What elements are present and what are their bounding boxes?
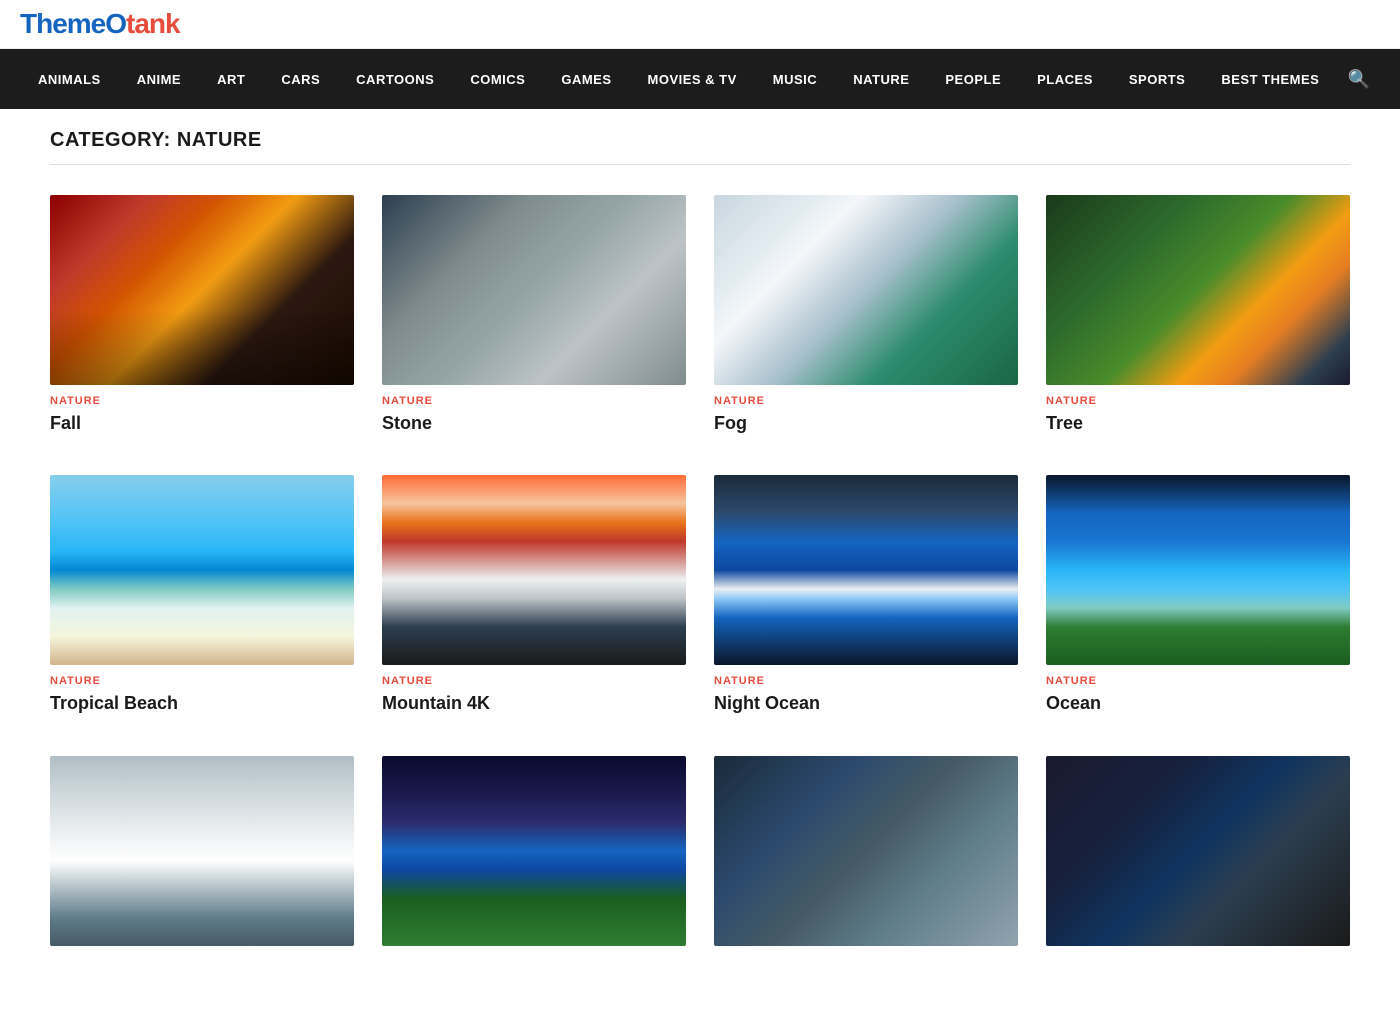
card-image-stone — [382, 195, 686, 385]
card-tag-ocean: NATURE — [1046, 675, 1350, 687]
card-image-beach — [50, 475, 354, 665]
card-title-night-ocean: Night Ocean — [714, 692, 1018, 715]
card-ocean[interactable]: NATURE Ocean — [1046, 475, 1350, 715]
nav-item-art[interactable]: ART — [199, 49, 263, 109]
card-image-ocean — [1046, 475, 1350, 665]
site-logo[interactable]: ThemeOtank — [20, 8, 1380, 40]
card-title-fall: Fall — [50, 412, 354, 435]
nav-item-places[interactable]: PLACES — [1019, 49, 1111, 109]
card-earth[interactable] — [1046, 756, 1350, 956]
card-image-earth — [1046, 756, 1350, 946]
nav-item-nature[interactable]: NATURE — [835, 49, 927, 109]
card-tag-tree: NATURE — [1046, 395, 1350, 407]
card-title-mountain: Mountain 4K — [382, 692, 686, 715]
nav-item-best-themes[interactable]: BEST THEMES — [1203, 49, 1337, 109]
card-water-drops[interactable] — [714, 756, 1018, 956]
card-image-moon-mountain — [382, 756, 686, 946]
page-content: CATEGORY: NATURE NATURE Fall NATURE Ston… — [20, 109, 1380, 1016]
card-image-water-drops — [714, 756, 1018, 946]
card-fall[interactable]: NATURE Fall — [50, 195, 354, 435]
nav-bar: ANIMALS ANIME ART CARS CARTOONS COMICS G… — [0, 49, 1400, 109]
nav-item-movies-tv[interactable]: MOVIES & TV — [630, 49, 755, 109]
card-image-night-ocean — [714, 475, 1018, 665]
card-tag-night-ocean: NATURE — [714, 675, 1018, 687]
card-title-ocean: Ocean — [1046, 692, 1350, 715]
card-grid-row3 — [50, 756, 1350, 956]
card-fog[interactable]: NATURE Fog — [714, 195, 1018, 435]
card-night-ocean[interactable]: NATURE Night Ocean — [714, 475, 1018, 715]
nav-item-people[interactable]: PEOPLE — [927, 49, 1019, 109]
category-title: CATEGORY: NATURE — [50, 129, 1350, 165]
nav-item-cars[interactable]: CARS — [263, 49, 338, 109]
card-image-fog — [714, 195, 1018, 385]
card-tag-stone: NATURE — [382, 395, 686, 407]
main-nav: ANIMALS ANIME ART CARS CARTOONS COMICS G… — [20, 49, 1338, 109]
nav-item-comics[interactable]: COMICS — [452, 49, 543, 109]
card-image-mountain — [382, 475, 686, 665]
card-stone[interactable]: NATURE Stone — [382, 195, 686, 435]
card-title-beach: Tropical Beach — [50, 692, 354, 715]
logo-bar: ThemeOtank — [0, 0, 1400, 49]
nav-item-games[interactable]: GAMES — [543, 49, 629, 109]
card-tag-mountain: NATURE — [382, 675, 686, 687]
card-tree[interactable]: NATURE Tree — [1046, 195, 1350, 435]
card-title-stone: Stone — [382, 412, 686, 435]
search-icon[interactable]: 🔍 — [1338, 69, 1380, 90]
card-title-fog: Fog — [714, 412, 1018, 435]
card-moon-mountain[interactable] — [382, 756, 686, 956]
card-image-fall — [50, 195, 354, 385]
card-title-tree: Tree — [1046, 412, 1350, 435]
card-grid-row2: NATURE Tropical Beach NATURE Mountain 4K… — [50, 475, 1350, 715]
card-snow-trees[interactable] — [50, 756, 354, 956]
nav-item-anime[interactable]: ANIME — [119, 49, 199, 109]
card-mountain[interactable]: NATURE Mountain 4K — [382, 475, 686, 715]
card-tag-fall: NATURE — [50, 395, 354, 407]
card-tag-beach: NATURE — [50, 675, 354, 687]
nav-item-animals[interactable]: ANIMALS — [20, 49, 119, 109]
nav-item-music[interactable]: MUSIC — [755, 49, 835, 109]
card-image-tree — [1046, 195, 1350, 385]
card-grid-row1: NATURE Fall NATURE Stone NATURE Fog NATU… — [50, 195, 1350, 435]
card-image-snow-trees — [50, 756, 354, 946]
nav-item-cartoons[interactable]: CARTOONS — [338, 49, 452, 109]
nav-item-sports[interactable]: SPORTS — [1111, 49, 1203, 109]
card-tropical-beach[interactable]: NATURE Tropical Beach — [50, 475, 354, 715]
card-tag-fog: NATURE — [714, 395, 1018, 407]
